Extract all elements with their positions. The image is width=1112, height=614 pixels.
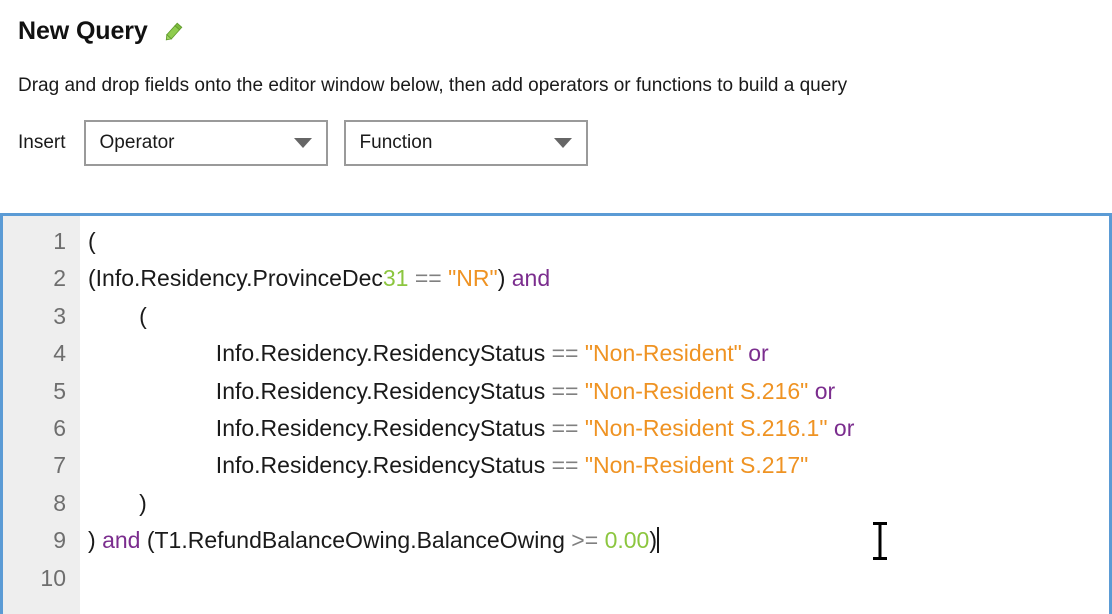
code-token-keyword: and <box>102 527 141 554</box>
editor-gutter: 1 2 3 4 5 6 7 8 9 10 <box>3 216 80 614</box>
code-token-plain: ( <box>88 302 147 329</box>
code-token-string: "Non-Resident" <box>584 340 742 367</box>
code-token-keyword: or <box>833 414 855 441</box>
line-number: 5 <box>53 377 66 404</box>
code-token-plain: Info.Residency.ResidencyStatus <box>88 340 546 367</box>
editor-code-area[interactable]: ((Info.Residency.ProvinceDec31 == "NR") … <box>80 216 1109 614</box>
line-number: 10 <box>40 564 66 591</box>
code-token-keyword: and <box>511 265 551 292</box>
page-title: New Query <box>18 17 148 45</box>
line-number: 2 <box>53 265 66 292</box>
instruction-text: Drag and drop fields onto the editor win… <box>18 75 848 96</box>
code-token-string: "Non-Resident S.216" <box>584 377 809 404</box>
function-dropdown-value: Function <box>359 132 433 153</box>
page-header: New Query <box>0 0 1112 48</box>
code-token-operator: == <box>414 265 442 292</box>
line-number: 4 <box>53 340 66 367</box>
code-token-plain: Info.Residency.ResidencyStatus <box>88 414 546 441</box>
line-number: 1 <box>53 228 66 254</box>
code-token-plain: ) <box>649 527 657 554</box>
pencil-icon[interactable] <box>160 19 186 45</box>
line-number: 3 <box>53 302 66 329</box>
code-line[interactable]: ( <box>88 223 1109 260</box>
code-token-operator: == <box>551 414 579 441</box>
code-token-string: "NR" <box>448 265 498 292</box>
insert-label: Insert <box>18 132 66 153</box>
code-token-number: 31 <box>382 265 409 292</box>
query-editor[interactable]: 1 2 3 4 5 6 7 8 9 10 ( (Info.Residency.ProvinceDec… <box>0 213 1112 614</box>
text-caret <box>657 527 659 554</box>
code-token-operator: == <box>551 377 579 404</box>
code-token-plain: ) <box>88 489 147 516</box>
code-token-plain: (T1.RefundBalanceOwing.BalanceOwing <box>146 527 565 554</box>
code-line[interactable]: Info.Residency.ResidencyStatus == "Non-R… <box>88 373 1109 410</box>
code-token-plain: (Info.Residency.ProvinceDec <box>88 265 383 292</box>
chevron-down-icon <box>293 138 312 148</box>
code-line[interactable]: ) and (T1.RefundBalanceOwing.BalanceOwin… <box>88 522 1109 559</box>
code-token-keyword: or <box>748 340 769 367</box>
line-number: 9 <box>53 527 66 554</box>
code-token-plain: Info.Residency.ResidencyStatus <box>88 377 546 404</box>
operator-dropdown-value: Operator <box>99 132 175 153</box>
code-line[interactable]: ( <box>88 298 1109 335</box>
code-token-operator: == <box>551 452 579 479</box>
insert-row: Insert Operator Function <box>0 98 1112 166</box>
code-line[interactable]: ) <box>88 485 1109 522</box>
line-number: 6 <box>53 414 66 441</box>
operator-dropdown[interactable]: Operator <box>83 120 328 166</box>
code-line[interactable]: (Info.Residency.ProvinceDec31 == "NR") a… <box>88 260 1109 297</box>
code-line[interactable]: Info.Residency.ResidencyStatus == "Non-R… <box>88 410 1109 447</box>
code-token-plain: ) <box>88 527 96 554</box>
line-number: 7 <box>53 452 66 479</box>
code-token-plain: ( <box>88 228 96 254</box>
code-line[interactable] <box>88 560 1109 597</box>
code-token-operator: == <box>551 340 579 367</box>
chevron-down-icon <box>553 138 572 148</box>
code-token-operator: >= <box>571 527 599 554</box>
code-token-keyword: or <box>814 377 836 404</box>
code-token-plain: Info.Residency.ResidencyStatus <box>88 452 546 479</box>
function-dropdown[interactable]: Function <box>343 120 588 166</box>
code-line[interactable]: Info.Residency.ResidencyStatus == "Non-R… <box>88 447 1109 484</box>
line-number: 8 <box>53 489 66 516</box>
code-token-string: "Non-Resident S.217" <box>584 452 809 479</box>
code-token-number: 0.00 <box>604 527 650 554</box>
code-line[interactable]: Info.Residency.ResidencyStatus == "Non-R… <box>88 335 1109 372</box>
code-token-string: "Non-Resident S.216.1" <box>584 414 828 441</box>
